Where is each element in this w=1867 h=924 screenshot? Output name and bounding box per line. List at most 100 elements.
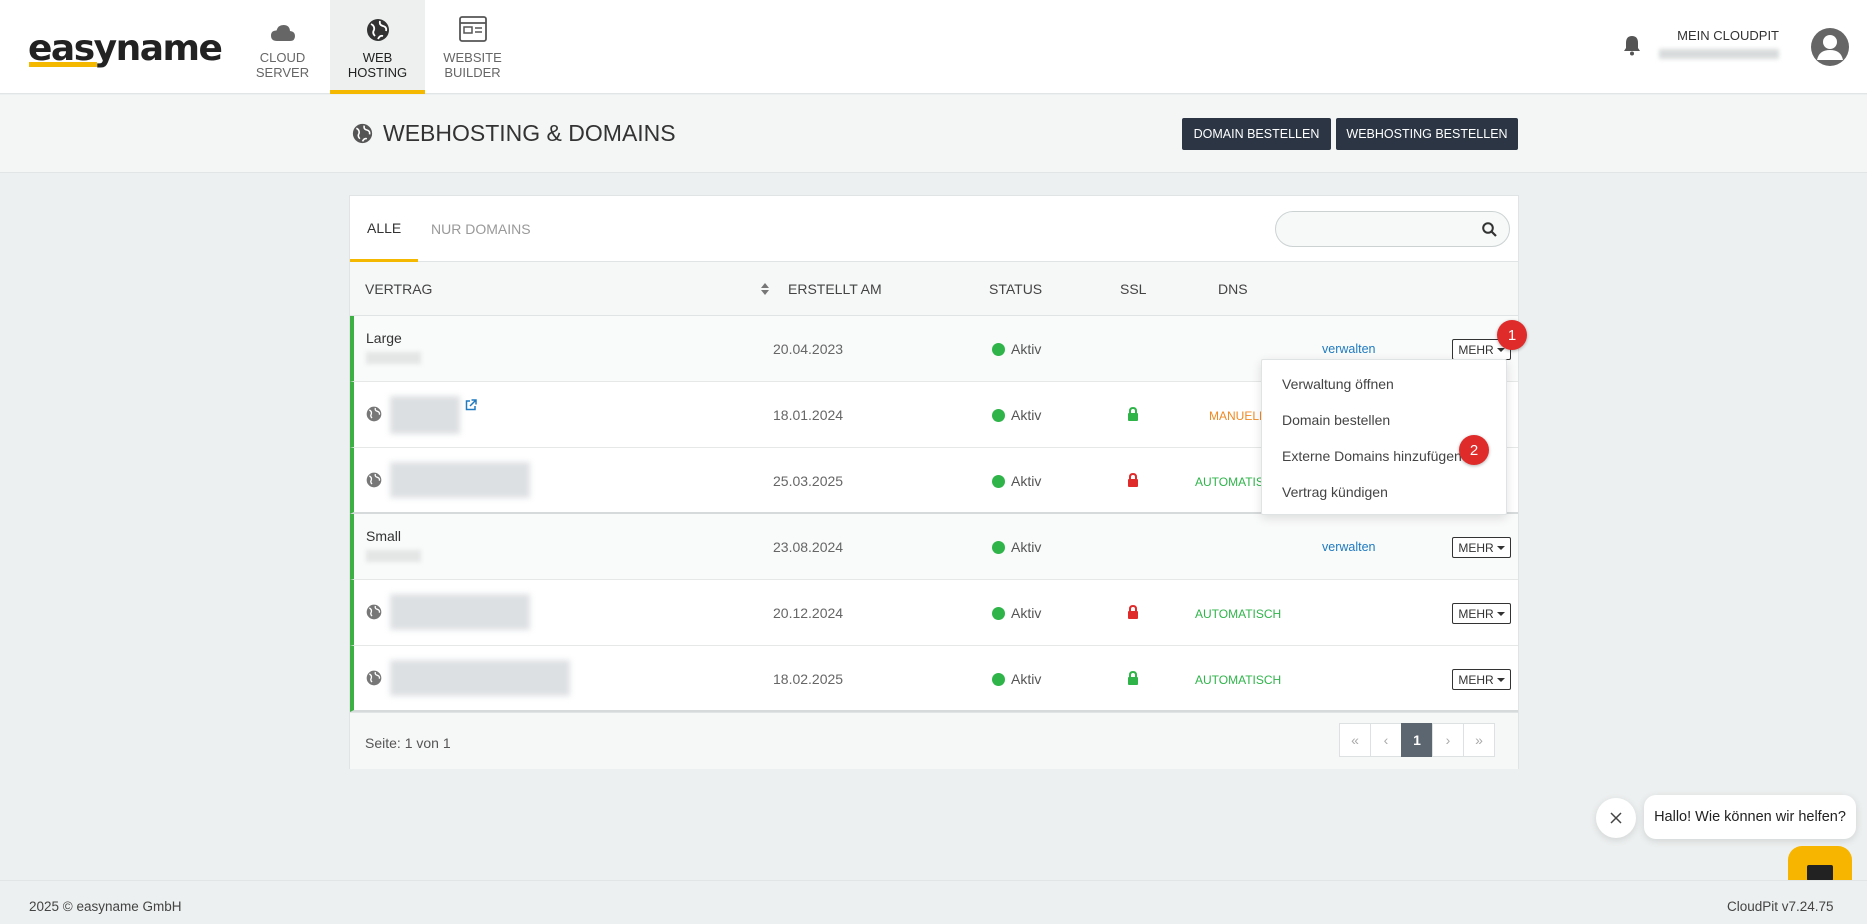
menu-item-verwaltung-oeffnen[interactable]: Verwaltung öffnen	[1282, 376, 1394, 392]
external-link-icon[interactable]	[465, 399, 477, 411]
tab-alle[interactable]: ALLE	[350, 196, 419, 262]
account-label: MEIN CLOUDPIT	[1677, 28, 1779, 43]
created-date: 20.12.2024	[773, 605, 844, 621]
verwalten-link[interactable]: verwalten	[1322, 540, 1376, 554]
status-dot	[992, 408, 1005, 422]
status-text: Aktiv	[1011, 341, 1042, 357]
contract-subtitle-redacted	[366, 550, 421, 562]
status-badge: Aktiv	[992, 407, 1041, 423]
chat-greeting[interactable]: Hallo! Wie können wir helfen?	[1644, 795, 1856, 839]
status-dot	[992, 672, 1005, 686]
created-date: 20.04.2023	[773, 341, 844, 357]
domain-name-redacted[interactable]	[390, 396, 460, 434]
status-text: Aktiv	[1011, 605, 1042, 621]
dns-mode: AUTOMATISCH	[1195, 673, 1282, 687]
menu-item-vertrag-kuendigen[interactable]: Vertrag kündigen	[1282, 484, 1388, 500]
page-title: WEBHOSTING & DOMAINS	[352, 120, 676, 147]
caret-down-icon	[1496, 677, 1505, 682]
webhosting-bestellen-button[interactable]: WEBHOSTING BESTELLEN	[1336, 118, 1518, 150]
status-dot	[992, 342, 1005, 356]
status-badge: Aktiv	[992, 473, 1041, 489]
search-input[interactable]	[1275, 211, 1510, 247]
status-dot	[992, 474, 1005, 488]
nav-cloud-server[interactable]: CLOUD SERVER	[235, 0, 330, 94]
contract-subtitle-redacted	[366, 352, 421, 364]
mehr-label: MEHR	[1458, 606, 1494, 621]
pager-current[interactable]: 1	[1401, 723, 1433, 757]
user-avatar[interactable]	[1811, 28, 1849, 66]
globe-icon	[352, 123, 373, 144]
status-badge: Aktiv	[992, 539, 1041, 555]
mehr-dropdown-button[interactable]: MEHR	[1452, 603, 1511, 624]
mehr-label: MEHR	[1458, 342, 1494, 357]
nav-web-hosting[interactable]: WEB HOSTING	[330, 0, 425, 94]
ssl-lock-icon	[1128, 473, 1138, 487]
caret-down-icon	[1496, 611, 1505, 616]
status-dot	[992, 606, 1005, 620]
step-marker-2: 2	[1459, 435, 1489, 465]
table-row: 18.02.2025 Aktiv AUTOMATISCH MEHR	[350, 646, 1518, 712]
menu-item-externe-domains[interactable]: Externe Domains hinzufügen	[1282, 448, 1462, 464]
cloud-icon	[270, 25, 295, 41]
ssl-lock-icon	[1128, 605, 1138, 619]
page-title-text: WEBHOSTING & DOMAINS	[383, 120, 676, 146]
contract-name: Small	[366, 528, 402, 544]
caret-down-icon	[1496, 347, 1505, 352]
nav-builder-label-1: WEBSITE	[443, 50, 502, 65]
status-badge: Aktiv	[992, 605, 1041, 621]
globe-icon	[366, 472, 382, 488]
mehr-dropdown-button[interactable]: MEHR	[1452, 669, 1511, 690]
created-date: 25.03.2025	[773, 473, 844, 489]
pager-last[interactable]: »	[1463, 723, 1495, 757]
table-row: 20.12.2024 Aktiv AUTOMATISCH MEHR	[350, 580, 1518, 646]
nav-cloud-label-1: CLOUD	[259, 50, 306, 65]
site-footer	[0, 880, 1867, 924]
pager-prev[interactable]: ‹	[1370, 723, 1402, 757]
table-footer: Seite: 1 von 1 « ‹ 1 › »	[350, 712, 1518, 769]
domain-name-redacted[interactable]	[390, 660, 570, 696]
nav-builder-label-2: BUILDER	[444, 65, 501, 80]
tab-nur-domains[interactable]: NUR DOMAINS	[414, 196, 548, 262]
page-header-band	[0, 95, 1867, 173]
status-text: Aktiv	[1011, 473, 1042, 489]
header-vertrag[interactable]: VERTRAG	[365, 281, 432, 297]
header-dns: DNS	[1218, 281, 1248, 297]
contract-name: Large	[366, 330, 402, 346]
status-text: Aktiv	[1011, 407, 1042, 423]
product-nav: CLOUD SERVER WEB HOSTING WEBSITE BUILDER	[235, 0, 520, 94]
chat-close-button[interactable]	[1596, 798, 1636, 838]
user-icon	[1817, 35, 1843, 60]
header-erstellt-am: ERSTELLT AM	[788, 281, 882, 297]
created-date: 18.01.2024	[773, 407, 844, 423]
domain-bestellen-button[interactable]: DOMAIN BESTELLEN	[1182, 118, 1331, 150]
menu-item-domain-bestellen[interactable]: Domain bestellen	[1282, 412, 1390, 428]
account-menu[interactable]: MEIN CLOUDPIT	[1659, 28, 1779, 59]
status-dot	[992, 540, 1005, 554]
nav-cloud-label-2: SERVER	[255, 65, 310, 80]
table-header: VERTRAG ERSTELLT AM STATUS SSL DNS	[350, 262, 1518, 316]
ssl-lock-icon	[1128, 671, 1138, 685]
dns-mode: AUTOMATISCH	[1195, 607, 1282, 621]
sort-icon[interactable]	[761, 283, 769, 295]
dns-mode: MANUELL	[1209, 409, 1266, 423]
nav-website-builder[interactable]: WEBSITE BUILDER	[425, 0, 520, 94]
globe-icon	[366, 604, 382, 620]
mehr-dropdown-button[interactable]: MEHR	[1452, 537, 1511, 558]
globe-icon	[366, 19, 389, 41]
nav-web-label-1: WEB	[362, 50, 393, 65]
status-badge: Aktiv	[992, 671, 1041, 687]
domain-name-redacted[interactable]	[390, 462, 530, 498]
created-date: 23.08.2024	[773, 539, 844, 555]
caret-down-icon	[1496, 545, 1505, 550]
nav-web-label-2: HOSTING	[347, 65, 408, 80]
pager-first[interactable]: «	[1339, 723, 1371, 757]
mehr-label: MEHR	[1458, 540, 1494, 555]
search-icon[interactable]	[1482, 222, 1497, 237]
notification-bell-icon[interactable]	[1622, 34, 1642, 56]
website-builder-icon	[458, 16, 487, 42]
domain-name-redacted[interactable]	[390, 594, 530, 630]
globe-icon	[366, 406, 382, 422]
verwalten-link[interactable]: verwalten	[1322, 342, 1376, 356]
pager-next[interactable]: ›	[1432, 723, 1464, 757]
copyright: 2025 © easyname GmbH	[29, 899, 182, 914]
